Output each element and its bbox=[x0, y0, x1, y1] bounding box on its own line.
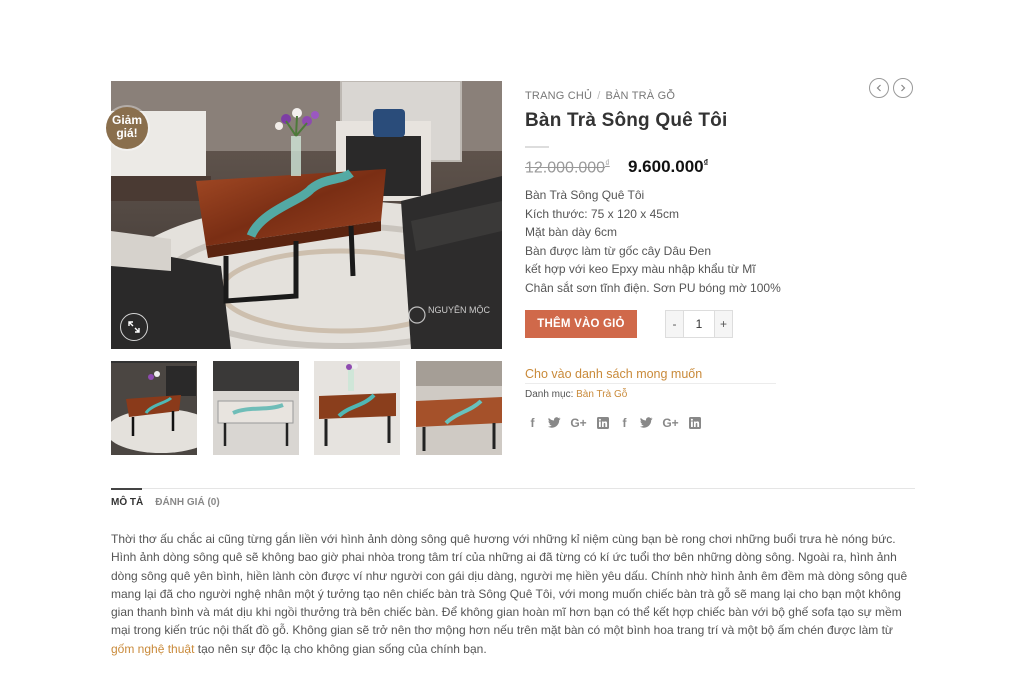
zoom-button[interactable] bbox=[120, 313, 148, 341]
breadcrumb-separator: / bbox=[597, 90, 601, 102]
linkedin-icon[interactable] bbox=[596, 416, 609, 429]
sale-price-currency: ₫ bbox=[703, 157, 709, 168]
share-icons: f G+ f G+ bbox=[526, 416, 701, 430]
quantity-minus-button[interactable]: - bbox=[666, 311, 683, 337]
product-title: Bàn Trà Sông Quê Tôi bbox=[525, 110, 728, 131]
description-text: Thời thơ ấu chắc ai cũng từng gắn liền v… bbox=[111, 532, 908, 638]
sale-price: 9.600.000₫ bbox=[628, 157, 708, 177]
chevron-right-icon bbox=[901, 84, 906, 92]
product-tabs: MÔ TẢ ĐÁNH GIÁ (0) bbox=[111, 497, 220, 508]
next-product-button[interactable] bbox=[893, 78, 913, 98]
google-plus-icon[interactable]: G+ bbox=[570, 416, 587, 430]
breadcrumb: TRANG CHỦ / BÀN TRÀ GỖ bbox=[525, 90, 675, 102]
twitter-icon[interactable] bbox=[548, 416, 561, 429]
thumbnail-photo bbox=[314, 361, 400, 455]
add-to-cart-button[interactable]: THÊM VÀO GIỎ bbox=[525, 310, 637, 338]
art-ceramics-link[interactable]: gốm nghệ thuật bbox=[111, 642, 194, 656]
facebook-icon[interactable]: f bbox=[526, 416, 539, 430]
description-line: Bàn Trà Sông Quê Tôi bbox=[525, 188, 645, 202]
facebook-icon[interactable]: f bbox=[618, 416, 631, 430]
thumbnail-photo bbox=[416, 361, 502, 455]
tabs-divider bbox=[111, 488, 915, 489]
twitter-icon[interactable] bbox=[640, 416, 653, 429]
active-tab-indicator bbox=[111, 488, 142, 490]
category-label: Danh mục: bbox=[525, 389, 574, 400]
thumbnail-2[interactable] bbox=[213, 361, 299, 455]
thumbnail-photo bbox=[213, 361, 299, 455]
breadcrumb-home[interactable]: TRANG CHỦ bbox=[525, 90, 592, 102]
tab-description[interactable]: MÔ TẢ bbox=[111, 497, 143, 508]
expand-icon bbox=[128, 321, 140, 333]
quantity-input[interactable]: 1 bbox=[683, 311, 715, 337]
tab-reviews[interactable]: ĐÁNH GIÁ (0) bbox=[155, 497, 219, 508]
description-line: Kích thước: 75 x 120 x 45cm bbox=[525, 206, 679, 221]
quantity-stepper: - 1 + bbox=[665, 310, 733, 338]
description-line: Mặt bàn dày 6cm bbox=[525, 225, 618, 239]
quantity-plus-button[interactable]: + bbox=[715, 311, 732, 337]
add-to-wishlist-link[interactable]: Cho vào danh sách mong muốn bbox=[525, 367, 702, 381]
thumbnail-photo bbox=[111, 361, 197, 455]
sale-badge: Giảm giá! bbox=[106, 107, 148, 149]
google-plus-icon[interactable]: G+ bbox=[662, 416, 679, 430]
chevron-left-icon bbox=[876, 84, 881, 92]
description-text-end: tạo nên sự độc lạ cho không gian sống củ… bbox=[194, 641, 487, 656]
product-photo: NGUYÊN MỘC bbox=[111, 81, 502, 349]
description-line: Chân sắt sơn tĩnh điện. Sơn PU bóng mờ 1… bbox=[525, 280, 781, 295]
thumbnail-4[interactable] bbox=[416, 361, 502, 455]
thumbnail-strip bbox=[111, 361, 502, 455]
product-navigation bbox=[869, 78, 913, 98]
breadcrumb-category[interactable]: BÀN TRÀ GỖ bbox=[605, 90, 675, 102]
thumbnail-3[interactable] bbox=[314, 361, 400, 455]
short-description: Bàn Trà Sông Quê Tôi Kích thước: 75 x 12… bbox=[525, 186, 781, 297]
thumbnail-1[interactable] bbox=[111, 361, 197, 455]
product-description: Thời thơ ấu chắc ai cũng từng gắn liền v… bbox=[111, 530, 917, 658]
sale-badge-line1: Giảm bbox=[111, 113, 142, 127]
sale-price-value: 9.600.000 bbox=[628, 157, 704, 176]
description-line: Bàn được làm từ gốc cây Dâu Đen bbox=[525, 243, 712, 258]
category-link[interactable]: Bàn Trà Gỗ bbox=[576, 389, 627, 400]
watermark-text: NGUYÊN MỘC bbox=[428, 305, 491, 315]
old-price: 12.000.000₫ bbox=[525, 158, 610, 177]
previous-product-button[interactable] bbox=[869, 78, 889, 98]
title-divider bbox=[525, 146, 549, 148]
product-category: Danh mục: Bàn Trà Gỗ bbox=[525, 389, 627, 400]
linkedin-icon[interactable] bbox=[688, 416, 701, 429]
product-main-image[interactable]: NGUYÊN MỘC bbox=[111, 81, 502, 349]
old-price-currency: ₫ bbox=[605, 158, 610, 168]
wishlist-divider bbox=[525, 383, 776, 384]
old-price-value: 12.000.000 bbox=[525, 159, 606, 177]
sale-badge-line2: giá! bbox=[116, 126, 138, 140]
description-line: kết hợp với keo Epxy màu nhập khẩu từ Mĩ bbox=[525, 262, 756, 276]
